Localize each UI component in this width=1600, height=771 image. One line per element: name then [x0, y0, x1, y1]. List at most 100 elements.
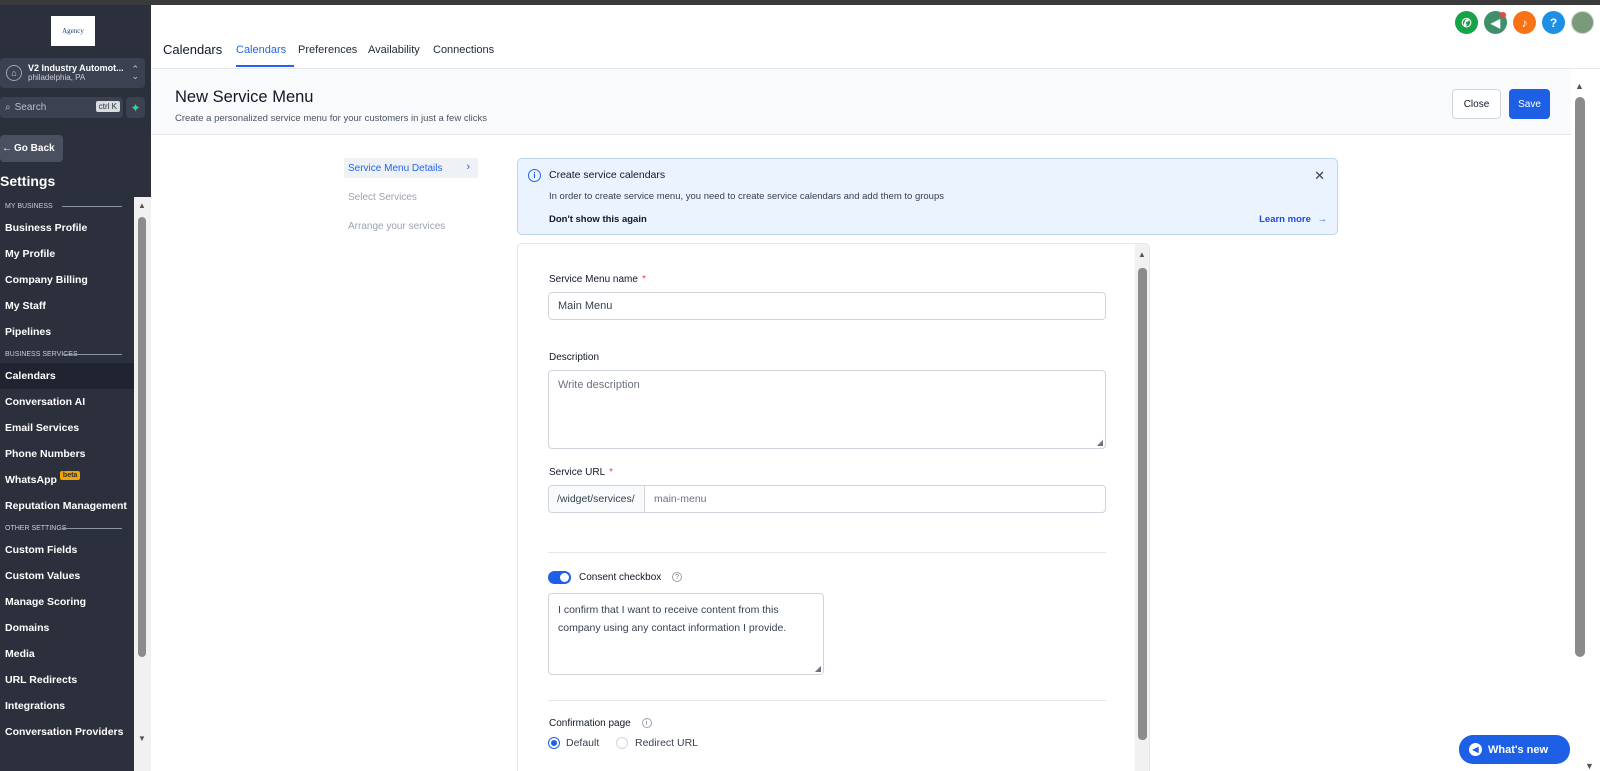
service-menu-name-input[interactable]: Main Menu [548, 292, 1106, 320]
sidebar-item-custom-values[interactable]: Custom Values [0, 563, 134, 589]
sidebar-item-reputation-management[interactable]: Reputation Management [0, 493, 134, 519]
sidebar-item-domains[interactable]: Domains [0, 615, 134, 641]
sidebar-item-integrations[interactable]: Integrations [0, 693, 134, 719]
megaphone-icon: ◀ [1469, 743, 1482, 756]
step-arrange-services[interactable]: Arrange your services [344, 216, 478, 236]
sidebar-item-pipelines[interactable]: Pipelines [0, 319, 134, 345]
banner-title: Create service calendars [549, 169, 666, 181]
resize-handle-icon[interactable]: ◢ [815, 665, 821, 673]
chevron-right-icon: › [466, 161, 470, 173]
sidebar-item-media[interactable]: Media [0, 641, 134, 667]
label-text: Service Menu name [549, 274, 638, 285]
active-tab-indicator [236, 65, 294, 67]
tab-connections[interactable]: Connections [433, 44, 494, 56]
sidebar-scrollbar[interactable]: ▲ ▼ [134, 197, 151, 771]
account-location: philadelphia, PA [28, 73, 86, 82]
description-label: Description [549, 352, 600, 363]
sidebar-item-my-profile[interactable]: My Profile [0, 241, 134, 267]
scroll-up-arrow-icon[interactable]: ▲ [138, 201, 146, 210]
scroll-up-arrow-icon[interactable]: ▲ [1138, 250, 1146, 259]
learn-more-label: Learn more [1259, 214, 1311, 225]
help-icon[interactable]: ? [1542, 11, 1565, 34]
sidebar-item-business-profile[interactable]: Business Profile [0, 215, 134, 241]
label-text: Consent checkbox [579, 572, 662, 583]
sidebar-item-company-billing[interactable]: Company Billing [0, 267, 134, 293]
tab-preferences[interactable]: Preferences [298, 44, 357, 56]
info-banner: i Create service calendars In order to c… [517, 158, 1338, 235]
app-title: Calendars [163, 42, 223, 57]
tab-availability[interactable]: Availability [368, 44, 420, 56]
scrollbar-thumb[interactable] [138, 217, 146, 657]
quick-action-icon[interactable]: ✦ [126, 97, 145, 118]
step-select-services[interactable]: Select Services [344, 187, 478, 207]
step-service-menu-details[interactable]: Service Menu Details › [344, 158, 478, 178]
consent-checkbox-label: Consent checkbox ? [579, 572, 683, 583]
whats-new-label: What's new [1488, 743, 1549, 756]
search-shortcut: ctrl K [95, 101, 120, 112]
search-input[interactable]: ⌕ Search ctrl K [0, 97, 123, 118]
info-icon[interactable]: i [641, 718, 652, 729]
sidebar-item-email-services[interactable]: Email Services [0, 415, 134, 441]
consent-text: I confirm that I want to receive content… [558, 604, 787, 634]
settings-nav: MY BUSINESS Business Profile My Profile … [0, 197, 134, 771]
learn-more-link[interactable]: Learn more → [1259, 214, 1327, 225]
radio-default-label[interactable]: Default [566, 737, 599, 749]
account-switcher[interactable]: ⌂ V2 Industry Automot... philadelphia, P… [0, 58, 145, 88]
avatar[interactable] [1571, 11, 1594, 34]
radio-default[interactable] [548, 737, 560, 749]
radio-redirect-url-label[interactable]: Redirect URL [635, 737, 698, 749]
megaphone-icon[interactable]: ◀ [1484, 11, 1507, 34]
search-placeholder: Search [14, 102, 47, 113]
service-url-prefix: /widget/services/ [548, 485, 645, 513]
main-scrollbar[interactable]: ▲ ▼ [1571, 79, 1600, 771]
phone-icon[interactable]: ✆ [1455, 11, 1478, 34]
top-icons: ✆ ◀ ♪ ? [1455, 11, 1594, 34]
go-back-button[interactable]: ← Go Back [0, 135, 63, 162]
help-circle-icon[interactable]: ? [672, 572, 683, 583]
sidebar-item-phone-numbers[interactable]: Phone Numbers [0, 441, 134, 467]
arrow-left-icon: ← [2, 143, 12, 154]
sidebar-item-manage-scoring[interactable]: Manage Scoring [0, 589, 134, 615]
sidebar-item-whatsapp[interactable]: WhatsApp beta [0, 467, 134, 493]
chevron-updown-icon: ⌃ ⌄ [131, 64, 139, 81]
top-bar: Calendars Calendars Preferences Availabi… [151, 5, 1600, 69]
save-button[interactable]: Save [1509, 89, 1550, 119]
consent-text-textarea[interactable]: I confirm that I want to receive content… [548, 593, 824, 675]
required-marker: * [609, 467, 614, 478]
sidebar-item-conversation-providers[interactable]: Conversation Providers [0, 719, 134, 745]
sidebar-item-calendars[interactable]: Calendars [0, 363, 134, 389]
divider [548, 552, 1106, 553]
bell-icon[interactable]: ♪ [1513, 11, 1536, 34]
service-menu-name-label: Service Menu name * [549, 274, 646, 285]
sidebar-item-custom-fields[interactable]: Custom Fields [0, 537, 134, 563]
scrollbar-thumb[interactable] [1575, 97, 1585, 657]
service-url-input[interactable]: main-menu [644, 485, 1106, 513]
scrollbar-thumb[interactable] [1138, 268, 1147, 740]
sidebar-item-my-staff[interactable]: My Staff [0, 293, 134, 319]
agency-logo[interactable]: Agency [51, 16, 95, 46]
close-icon[interactable]: ✕ [1314, 168, 1325, 184]
main-area: Calendars Calendars Preferences Availabi… [151, 5, 1600, 771]
resize-handle-icon[interactable]: ◢ [1097, 439, 1103, 447]
sidebar-item-url-redirects[interactable]: URL Redirects [0, 667, 134, 693]
close-button[interactable]: Close [1452, 89, 1501, 119]
scroll-down-arrow-icon[interactable]: ▼ [1585, 761, 1594, 771]
description-textarea[interactable]: Write description ◢ [548, 370, 1106, 449]
radio-redirect-url[interactable] [616, 737, 628, 749]
label-text: Confirmation page [549, 718, 631, 729]
account-name: V2 Industry Automot... [28, 63, 124, 73]
form-scrollbar[interactable]: ▲ [1135, 244, 1149, 771]
nav-section-header: OTHER SETTINGS [0, 519, 134, 537]
tab-calendars[interactable]: Calendars [236, 44, 286, 56]
search-icon: ⌕ [5, 102, 11, 113]
location-icon: ⌂ [6, 65, 22, 81]
service-menu-form: Service Menu name * Main Menu Description… [517, 243, 1150, 771]
scroll-up-arrow-icon[interactable]: ▲ [1575, 81, 1584, 91]
consent-toggle[interactable] [548, 571, 571, 584]
whats-new-button[interactable]: ◀ What's new [1459, 735, 1570, 764]
dont-show-again-link[interactable]: Don't show this again [549, 214, 647, 225]
page-header: New Service Menu Create a personalized s… [151, 70, 1571, 135]
sidebar-item-conversation-ai[interactable]: Conversation AI [0, 389, 134, 415]
scroll-down-arrow-icon[interactable]: ▼ [138, 734, 146, 743]
step-label: Service Menu Details [348, 162, 443, 174]
